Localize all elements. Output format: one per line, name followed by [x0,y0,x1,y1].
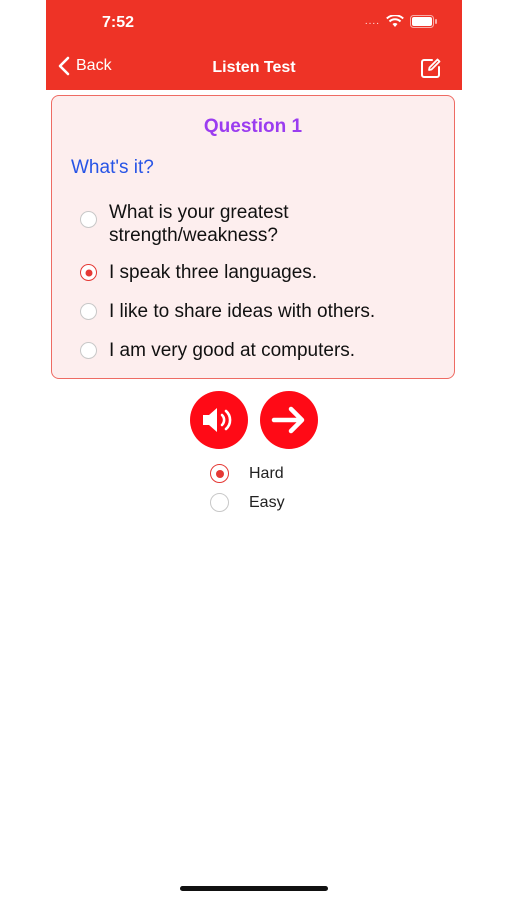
home-indicator [180,886,328,891]
answer-option-label: I speak three languages. [109,262,318,283]
radio-icon [80,211,97,228]
answer-option-3[interactable]: I like to share ideas with others. [80,300,409,323]
arrow-right-icon [271,406,305,434]
answer-option-label: I am very good at computers. [109,340,356,361]
speaker-icon [203,408,232,432]
question-card: Question 1 What's it? What is your great… [51,95,455,379]
page-title: Listen Test [212,59,296,76]
difficulty-hard-option[interactable]: Hard [210,464,284,483]
radio-selected-icon [80,264,97,281]
answer-option-2[interactable]: I speak three languages. [80,261,409,284]
difficulty-label: Easy [249,493,285,511]
top-bar: 7:52 .... Back Listen Test [46,0,462,90]
wifi-icon [386,15,404,27]
question-prompt: What's it? [71,157,154,178]
play-audio-button[interactable] [190,391,248,449]
difficulty-label: Hard [249,464,284,482]
compose-icon [421,58,441,78]
answer-option-label: I like to share ideas with others. [109,301,376,322]
answer-option-label: What is your greatest strength/weakness? [109,202,289,246]
status-icons: .... [365,15,438,28]
question-title: Question 1 [203,116,303,137]
edit-button[interactable] [420,57,442,84]
cellular-signal-icon: .... [364,16,380,27]
answer-option-4[interactable]: I am very good at computers. [80,339,409,362]
radio-icon [80,342,97,359]
answer-option-1[interactable]: What is your greatest strength/weakness? [80,201,409,247]
radio-selected-icon [210,464,229,483]
status-time: 7:52 [101,14,135,31]
radio-icon [80,303,97,320]
next-question-button[interactable] [260,391,318,449]
difficulty-easy-option[interactable]: Easy [210,493,285,512]
battery-icon [410,15,437,28]
radio-icon [210,493,229,512]
